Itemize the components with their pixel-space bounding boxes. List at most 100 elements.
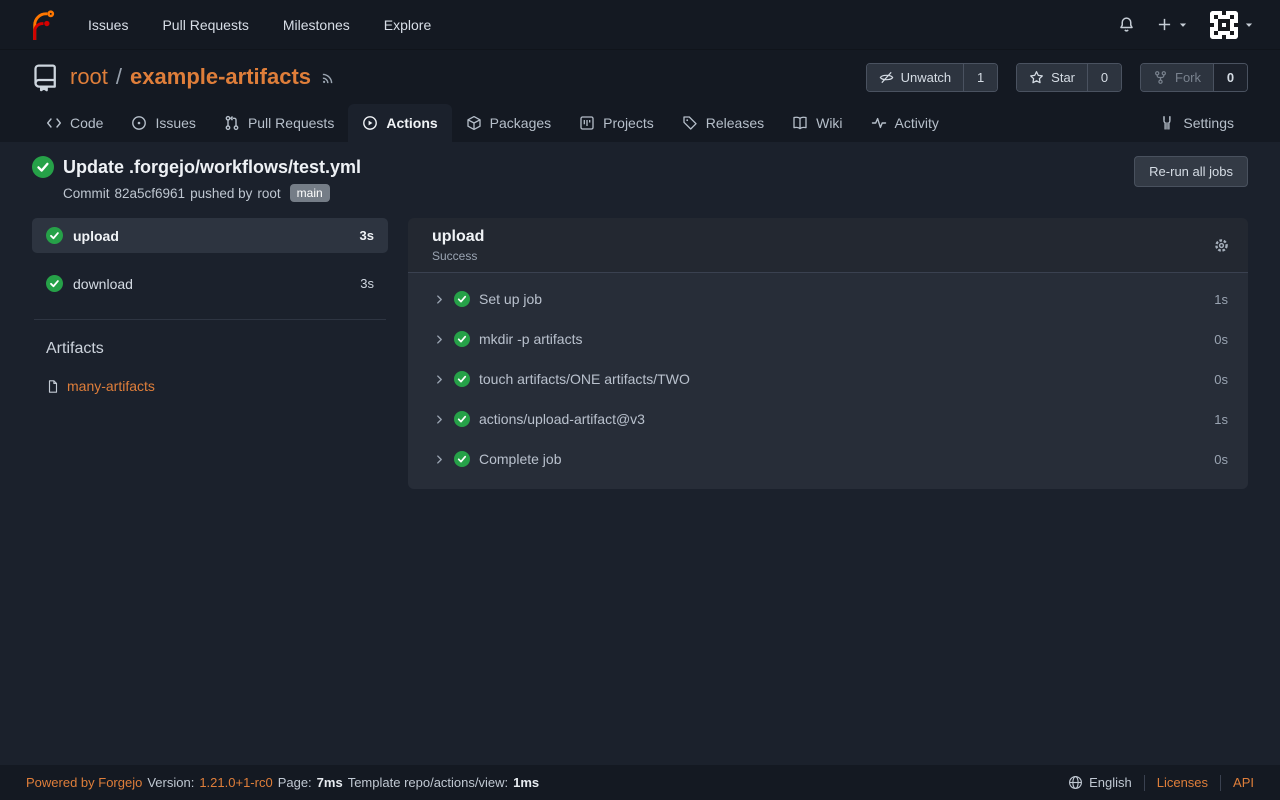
tab-wiki[interactable]: Wiki <box>778 104 856 142</box>
project-icon <box>579 115 595 131</box>
fork-icon <box>1153 70 1168 85</box>
run-success-icon <box>32 156 54 178</box>
forks-count[interactable]: 0 <box>1213 64 1247 91</box>
watchers-count[interactable]: 1 <box>963 64 997 91</box>
chevron-right-icon <box>434 414 445 425</box>
pull-request-icon <box>224 115 240 131</box>
step-duration: 0s <box>1214 332 1228 347</box>
version-link[interactable]: 1.21.0+1-rc0 <box>199 775 272 790</box>
tab-actions[interactable]: Actions <box>348 104 451 142</box>
author-link[interactable]: root <box>257 186 280 201</box>
fork-button-group: Fork 0 <box>1140 63 1248 92</box>
repo-owner-link[interactable]: root <box>70 64 108 90</box>
step-success-icon <box>454 291 470 307</box>
template-label: Template repo/actions/view: <box>348 775 508 790</box>
job-detail-header: upload Success <box>408 218 1248 273</box>
language-selector[interactable]: English <box>1068 775 1132 790</box>
rss-icon[interactable] <box>321 70 336 85</box>
nav-milestones[interactable]: Milestones <box>283 17 350 33</box>
footer-divider <box>1144 775 1145 791</box>
code-icon <box>46 115 62 131</box>
top-navbar: Issues Pull Requests Milestones Explore <box>0 0 1280 50</box>
job-detail-title: upload <box>432 228 484 246</box>
package-icon <box>466 115 482 131</box>
nav-explore[interactable]: Explore <box>384 17 431 33</box>
tab-packages[interactable]: Packages <box>452 104 565 142</box>
step-row-setup[interactable]: Set up job 1s <box>408 279 1248 319</box>
chevron-down-icon <box>1244 20 1254 30</box>
job-name: download <box>73 276 133 292</box>
api-link[interactable]: API <box>1233 775 1254 790</box>
repo-header: root / example-artifacts Unwatch 1 <box>0 50 1280 142</box>
tag-icon <box>682 115 698 131</box>
artifact-item: many-artifacts <box>46 378 388 394</box>
job-item-download[interactable]: download 3s <box>32 266 388 301</box>
play-circle-icon <box>362 115 378 131</box>
forgejo-logo[interactable] <box>26 8 58 42</box>
version-label: Version: <box>147 775 194 790</box>
rerun-all-jobs-button[interactable]: Re-run all jobs <box>1134 156 1248 187</box>
job-item-upload[interactable]: upload 3s <box>32 218 388 253</box>
step-name: mkdir -p artifacts <box>479 331 582 347</box>
nav-issues[interactable]: Issues <box>88 17 128 33</box>
step-name: Set up job <box>479 291 542 307</box>
tab-activity[interactable]: Activity <box>857 104 953 142</box>
stars-count[interactable]: 0 <box>1087 64 1121 91</box>
globe-icon <box>1068 775 1083 790</box>
tab-settings[interactable]: Settings <box>1145 104 1248 142</box>
notifications-bell-icon[interactable] <box>1118 16 1135 33</box>
nav-pull-requests[interactable]: Pull Requests <box>162 17 248 33</box>
breadcrumb-separator: / <box>116 64 122 90</box>
unwatch-button-group: Unwatch 1 <box>866 63 999 92</box>
step-success-icon <box>454 451 470 467</box>
repo-tabs: Code Issues Pull Requests Actions Packag… <box>32 104 1248 142</box>
eye-slash-icon <box>879 70 894 85</box>
tab-releases[interactable]: Releases <box>668 104 778 142</box>
artifacts-heading: Artifacts <box>32 340 388 358</box>
job-name: upload <box>73 228 119 244</box>
job-success-icon <box>46 227 63 244</box>
commit-sha-link[interactable]: 82a5cf6961 <box>115 186 186 201</box>
tab-issues[interactable]: Issues <box>117 104 209 142</box>
step-row-mkdir[interactable]: mkdir -p artifacts 0s <box>408 319 1248 359</box>
job-status: Success <box>432 249 484 263</box>
avatar[interactable] <box>1210 11 1238 39</box>
pulse-icon <box>871 115 887 131</box>
breadcrumb: root / example-artifacts <box>70 64 311 90</box>
artifact-link[interactable]: many-artifacts <box>67 378 155 394</box>
step-success-icon <box>454 331 470 347</box>
user-menu[interactable] <box>1210 11 1254 39</box>
create-new-menu[interactable] <box>1157 17 1188 32</box>
jobs-sidebar: upload 3s download 3s Artifacts many-art… <box>32 218 388 394</box>
branch-badge[interactable]: main <box>290 184 330 202</box>
issue-icon <box>131 115 147 131</box>
chevron-right-icon <box>434 294 445 305</box>
step-success-icon <box>454 371 470 387</box>
step-row-touch[interactable]: touch artifacts/ONE artifacts/TWO 0s <box>408 359 1248 399</box>
job-detail-panel: upload Success Set up job 1s <box>408 218 1248 489</box>
tab-code[interactable]: Code <box>32 104 117 142</box>
job-duration: 3s <box>360 276 374 291</box>
star-icon <box>1029 70 1044 85</box>
licenses-link[interactable]: Licenses <box>1157 775 1208 790</box>
step-name: touch artifacts/ONE artifacts/TWO <box>479 371 690 387</box>
step-row-complete[interactable]: Complete job 0s <box>408 439 1248 479</box>
powered-by-link[interactable]: Powered by Forgejo <box>26 775 142 790</box>
tab-projects[interactable]: Projects <box>565 104 668 142</box>
tab-pull-requests[interactable]: Pull Requests <box>210 104 348 142</box>
star-button[interactable]: Star <box>1017 64 1087 91</box>
run-title: Update .forgejo/workflows/test.yml <box>63 157 361 178</box>
step-row-upload-artifact[interactable]: actions/upload-artifact@v3 1s <box>408 399 1248 439</box>
sidebar-divider <box>34 319 386 320</box>
footer: Powered by Forgejo Version: 1.21.0+1-rc0… <box>0 765 1280 800</box>
page-label: Page: <box>278 775 312 790</box>
chevron-down-icon <box>1178 20 1188 30</box>
gear-icon[interactable] <box>1213 237 1230 254</box>
step-duration: 0s <box>1214 372 1228 387</box>
repo-name-link[interactable]: example-artifacts <box>130 64 311 90</box>
repo-icon <box>32 62 60 92</box>
file-icon <box>46 379 60 394</box>
nav-links: Issues Pull Requests Milestones Explore <box>88 17 431 33</box>
job-success-icon <box>46 275 63 292</box>
unwatch-button[interactable]: Unwatch <box>867 64 964 91</box>
